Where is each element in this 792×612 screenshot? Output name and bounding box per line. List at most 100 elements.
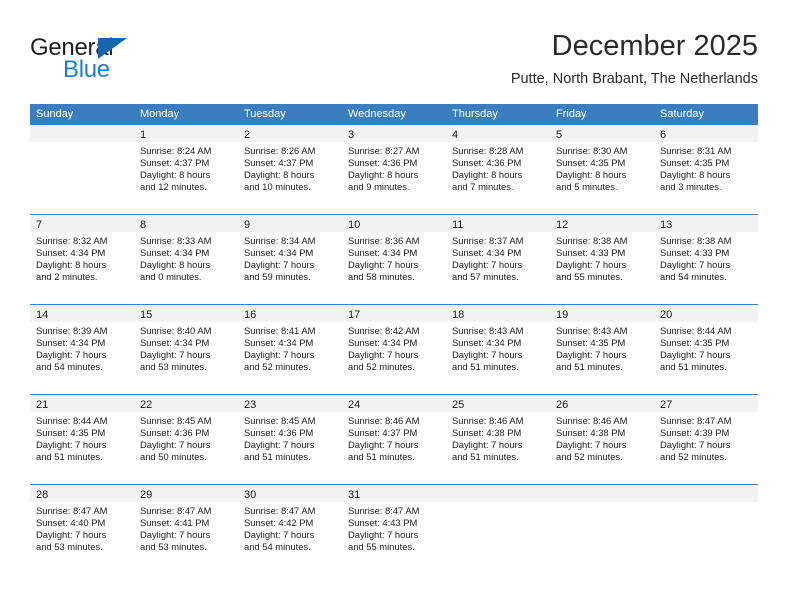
daylight-duration-line2: and 57 minutes. [452,271,519,283]
day-number: 17 [348,309,361,321]
day-number-bar: 19 [550,305,654,322]
daylight-duration-line1: Daylight: 7 hours [556,259,627,271]
daylight-duration-line2: and 51 minutes. [452,361,519,373]
sunrise-time: Sunrise: 8:43 AM [452,325,524,336]
calendar-grid: Sunday Monday Tuesday Wednesday Thursday Frid… [30,104,758,574]
daylight-duration-line1: Daylight: 8 hours [452,169,523,181]
location-subtitle: Putte, North Brabant, The Netherlands [510,71,758,87]
calendar-day-cell[interactable]: 29 Sunrise: 8:47 AM Sunset: 4:41 PM Dayligh… [134,485,238,574]
calendar-day-cell[interactable]: 15 Sunrise: 8:40 AM Sunset: 4:34 PM Dayligh… [134,305,238,394]
daylight-duration-line1: Daylight: 7 hours [244,529,315,541]
calendar-day-cell[interactable]: 27 Sunrise: 8:47 AM Sunset: 4:39 PM Dayligh… [654,395,758,484]
sunrise-time: Sunrise: 8:24 AM [140,145,212,156]
calendar-day-cell[interactable]: 24 Sunrise: 8:46 AM Sunset: 4:37 PM Dayligh… [342,395,446,484]
sunset-time: Sunset: 4:38 PM [452,427,522,439]
calendar-day-cell[interactable]: 8 Sunrise: 8:33 AM Sunset: 4:34 PM Daylight… [134,215,238,304]
sunrise-time: Sunrise: 8:28 AM [452,145,524,156]
day-sun-info: Sunrise: 8:30 AM Sunset: 4:35 PM Daylight:… [550,142,654,199]
day-number-bar: 29 [134,485,238,502]
calendar-day-cell[interactable]: 26 Sunrise: 8:46 AM Sunset: 4:38 PM Dayligh… [550,395,654,484]
sunrise-time: Sunrise: 8:47 AM [348,505,420,516]
sunset-time: Sunset: 4:34 PM [348,247,418,259]
daylight-duration-line1: Daylight: 7 hours [244,349,315,361]
sunset-time: Sunset: 4:34 PM [244,247,314,259]
calendar-day-cell[interactable]: 10 Sunrise: 8:36 AM Sunset: 4:34 PM Dayligh… [342,215,446,304]
calendar-day-cell[interactable]: 25 Sunrise: 8:46 AM Sunset: 4:38 PM Dayligh… [446,395,550,484]
calendar-week-row: 14 Sunrise: 8:39 AM Sunset: 4:34 PM Dayligh… [30,304,758,394]
calendar-day-cell[interactable]: 7 Sunrise: 8:32 AM Sunset: 4:34 PM Daylight… [30,215,134,304]
sunset-time: Sunset: 4:34 PM [36,337,106,349]
day-sun-info: Sunrise: 8:47 AM Sunset: 4:43 PM Daylight:… [342,502,446,559]
calendar-day-cell[interactable]: 11 Sunrise: 8:37 AM Sunset: 4:34 PM Dayligh… [446,215,550,304]
day-sun-info: Sunrise: 8:24 AM Sunset: 4:37 PM Daylight:… [134,142,238,199]
daylight-duration-line2: and 51 minutes. [556,361,623,373]
calendar-day-cell[interactable]: 5 Sunrise: 8:30 AM Sunset: 4:35 PM Daylight… [550,125,654,214]
daylight-duration-line1: Daylight: 7 hours [244,259,315,271]
day-number-bar: 6 [654,125,758,142]
sunset-time: Sunset: 4:36 PM [244,427,314,439]
calendar-day-cell[interactable]: 6 Sunrise: 8:31 AM Sunset: 4:35 PM Daylight… [654,125,758,214]
day-number: 27 [660,399,673,411]
day-number-bar: 28 [30,485,134,502]
daylight-duration-line1: Daylight: 7 hours [660,259,731,271]
day-number: 26 [556,399,569,411]
daylight-duration-line1: Daylight: 7 hours [452,259,523,271]
day-number: 9 [244,219,251,231]
day-number: 19 [556,309,569,321]
daylight-duration-line1: Daylight: 8 hours [348,169,419,181]
sunset-time: Sunset: 4:35 PM [36,427,106,439]
day-number: 31 [348,489,361,501]
daylight-duration-line1: Daylight: 8 hours [36,259,107,271]
day-sun-info: Sunrise: 8:38 AM Sunset: 4:33 PM Daylight:… [550,232,654,289]
calendar-day-cell[interactable]: 12 Sunrise: 8:38 AM Sunset: 4:33 PM Dayligh… [550,215,654,304]
calendar-day-cell[interactable]: 13 Sunrise: 8:38 AM Sunset: 4:33 PM Dayligh… [654,215,758,304]
calendar-week-row: 21 Sunrise: 8:44 AM Sunset: 4:35 PM Dayligh… [30,394,758,484]
calendar-day-cell[interactable]: 9 Sunrise: 8:34 AM Sunset: 4:34 PM Daylight… [238,215,342,304]
calendar-day-cell[interactable]: 20 Sunrise: 8:44 AM Sunset: 4:35 PM Dayligh… [654,305,758,394]
sunrise-time: Sunrise: 8:32 AM [36,235,108,246]
title-block: December 2025 Putte, North Brabant, The … [511,28,758,90]
calendar-day-cell[interactable]: 2 Sunrise: 8:26 AM Sunset: 4:37 PM Daylight… [238,125,342,214]
day-number: 13 [660,219,673,231]
sunrise-time: Sunrise: 8:47 AM [36,505,108,516]
day-number: 29 [140,489,153,501]
daylight-duration-line2: and 10 minutes. [244,181,311,193]
day-sun-info: Sunrise: 8:42 AM Sunset: 4:34 PM Daylight:… [342,322,446,379]
sunset-time: Sunset: 4:42 PM [244,517,314,529]
calendar-day-cell[interactable]: 18 Sunrise: 8:43 AM Sunset: 4:34 PM Dayligh… [446,305,550,394]
calendar-day-cell[interactable]: 3 Sunrise: 8:27 AM Sunset: 4:36 PM Daylight… [342,125,446,214]
calendar-day-cell[interactable]: 19 Sunrise: 8:43 AM Sunset: 4:35 PM Dayligh… [550,305,654,394]
calendar-day-cell[interactable]: 1 Sunrise: 8:24 AM Sunset: 4:37 PM Daylight… [134,125,238,214]
day-number-bar: 1 [134,125,238,142]
sunset-time: Sunset: 4:34 PM [140,337,210,349]
calendar-day-cell[interactable]: 21 Sunrise: 8:44 AM Sunset: 4:35 PM Dayligh… [30,395,134,484]
day-number-bar: 18 [446,305,550,322]
calendar-day-cell[interactable]: 14 Sunrise: 8:39 AM Sunset: 4:34 PM Dayligh… [30,305,134,394]
calendar-day-cell[interactable]: 4 Sunrise: 8:28 AM Sunset: 4:36 PM Daylight… [446,125,550,214]
day-sun-info: Sunrise: 8:47 AM Sunset: 4:42 PM Daylight:… [238,502,342,559]
sunset-time: Sunset: 4:34 PM [244,337,314,349]
day-number: 23 [244,399,257,411]
sunset-time: Sunset: 4:34 PM [452,337,522,349]
sunrise-time: Sunrise: 8:37 AM [452,235,524,246]
calendar-day-cell[interactable]: 31 Sunrise: 8:47 AM Sunset: 4:43 PM Dayligh… [342,485,446,574]
day-number: 12 [556,219,569,231]
calendar-day-cell[interactable]: 16 Sunrise: 8:41 AM Sunset: 4:34 PM Dayligh… [238,305,342,394]
day-sun-info: Sunrise: 8:34 AM Sunset: 4:34 PM Daylight:… [238,232,342,289]
day-number: 1 [140,129,147,141]
calendar-day-cell-empty [654,485,758,574]
day-number-bar: 25 [446,395,550,412]
calendar-day-cell[interactable]: 28 Sunrise: 8:47 AM Sunset: 4:40 PM Dayligh… [30,485,134,574]
calendar-day-cell[interactable]: 30 Sunrise: 8:47 AM Sunset: 4:42 PM Dayligh… [238,485,342,574]
daylight-duration-line2: and 50 minutes. [140,451,207,463]
calendar-day-cell[interactable]: 23 Sunrise: 8:45 AM Sunset: 4:36 PM Dayligh… [238,395,342,484]
daylight-duration-line2: and 53 minutes. [36,541,103,553]
day-number-bar: 20 [654,305,758,322]
sunset-time: Sunset: 4:38 PM [556,427,626,439]
day-sun-info: Sunrise: 8:47 AM Sunset: 4:40 PM Daylight:… [30,502,134,559]
daylight-duration-line2: and 51 minutes. [36,451,103,463]
calendar-day-cell[interactable]: 17 Sunrise: 8:42 AM Sunset: 4:34 PM Dayligh… [342,305,446,394]
daylight-duration-line2: and 52 minutes. [348,361,415,373]
calendar-day-cell[interactable]: 22 Sunrise: 8:45 AM Sunset: 4:36 PM Dayligh… [134,395,238,484]
sunset-time: Sunset: 4:34 PM [348,337,418,349]
